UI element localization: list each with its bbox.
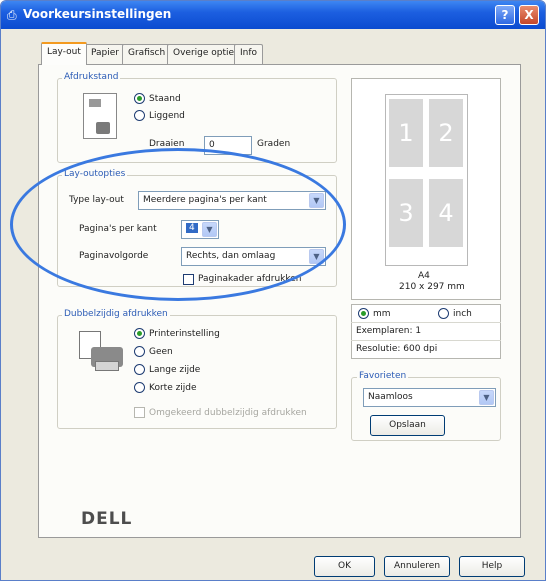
favorites-group-label: Favorieten	[357, 371, 409, 381]
favorites-value: Naamloos	[368, 392, 413, 402]
preview-page-2: 2	[429, 99, 463, 167]
title-bar[interactable]: ⎙ Voorkeursinstellingen ? X	[1, 1, 545, 29]
dell-logo: DELL	[81, 509, 133, 529]
chevron-down-icon: ▼	[479, 390, 494, 405]
tab-info[interactable]: Info	[234, 44, 264, 64]
duplex-group-label: Dubbelzijdig afdrukken	[62, 309, 170, 319]
duplex-printer-setting-radio[interactable]	[134, 328, 145, 339]
printer-app-icon: ⎙	[7, 8, 17, 22]
highlight-ellipse	[10, 148, 346, 301]
duplex-short-edge-radio[interactable]	[134, 382, 145, 393]
portrait-page-icon	[83, 93, 117, 139]
paper-size: 210 x 297 mm	[399, 282, 465, 292]
preview-page-1: 1	[389, 99, 423, 167]
duplex-none-radio[interactable]	[134, 346, 145, 357]
landscape-label: Liggend	[149, 111, 185, 121]
close-title-button[interactable]: X	[519, 5, 539, 25]
info-divider	[351, 322, 501, 323]
portrait-radio[interactable]	[134, 93, 145, 104]
reverse-duplex-label: Omgekeerd dubbelzijdig afdrukken	[149, 408, 307, 418]
duplex-long-edge-radio[interactable]	[134, 364, 145, 375]
degrees-unit-label: Graden	[257, 139, 291, 149]
save-favorite-button[interactable]: Opslaan	[370, 415, 445, 436]
duplex-printer-setting-label: Printerinstelling	[149, 329, 220, 339]
paper-name: A4	[418, 271, 430, 281]
copies-info: Exemplaren: 1	[356, 326, 422, 336]
orientation-group-label: Afdrukstand	[62, 72, 121, 82]
duplex-short-edge-label: Korte zijde	[149, 383, 197, 393]
duplex-long-edge-label: Lange zijde	[149, 365, 201, 375]
window-title: Voorkeursinstellingen	[23, 7, 172, 21]
unit-inch-radio[interactable]	[438, 308, 449, 319]
preview-page-4: 4	[429, 179, 463, 247]
info-divider	[351, 340, 501, 341]
ok-button[interactable]: OK	[314, 556, 375, 577]
duplex-printer-icon	[79, 331, 125, 373]
help-title-button[interactable]: ?	[495, 5, 515, 25]
preview-page-3: 3	[389, 179, 423, 247]
portrait-label: Staand	[149, 94, 181, 104]
unit-mm-label: mm	[373, 309, 391, 319]
tab-graphics[interactable]: Grafisch	[122, 44, 172, 64]
resolution-info: Resolutie: 600 dpi	[356, 344, 438, 354]
cancel-button[interactable]: Annuleren	[384, 556, 450, 577]
unit-inch-label: inch	[453, 309, 472, 319]
tab-layout[interactable]: Lay-out	[41, 42, 87, 65]
reverse-duplex-checkbox[interactable]	[134, 407, 145, 418]
unit-mm-radio[interactable]	[358, 308, 369, 319]
tab-paper[interactable]: Papier	[85, 44, 125, 64]
landscape-radio[interactable]	[134, 110, 145, 121]
preferences-dialog: ⎙ Voorkeursinstellingen ? X Lay-out Papi…	[0, 0, 546, 581]
favorites-select[interactable]: Naamloos ▼	[363, 388, 496, 407]
duplex-none-label: Geen	[149, 347, 173, 357]
help-button[interactable]: Help	[459, 556, 525, 577]
